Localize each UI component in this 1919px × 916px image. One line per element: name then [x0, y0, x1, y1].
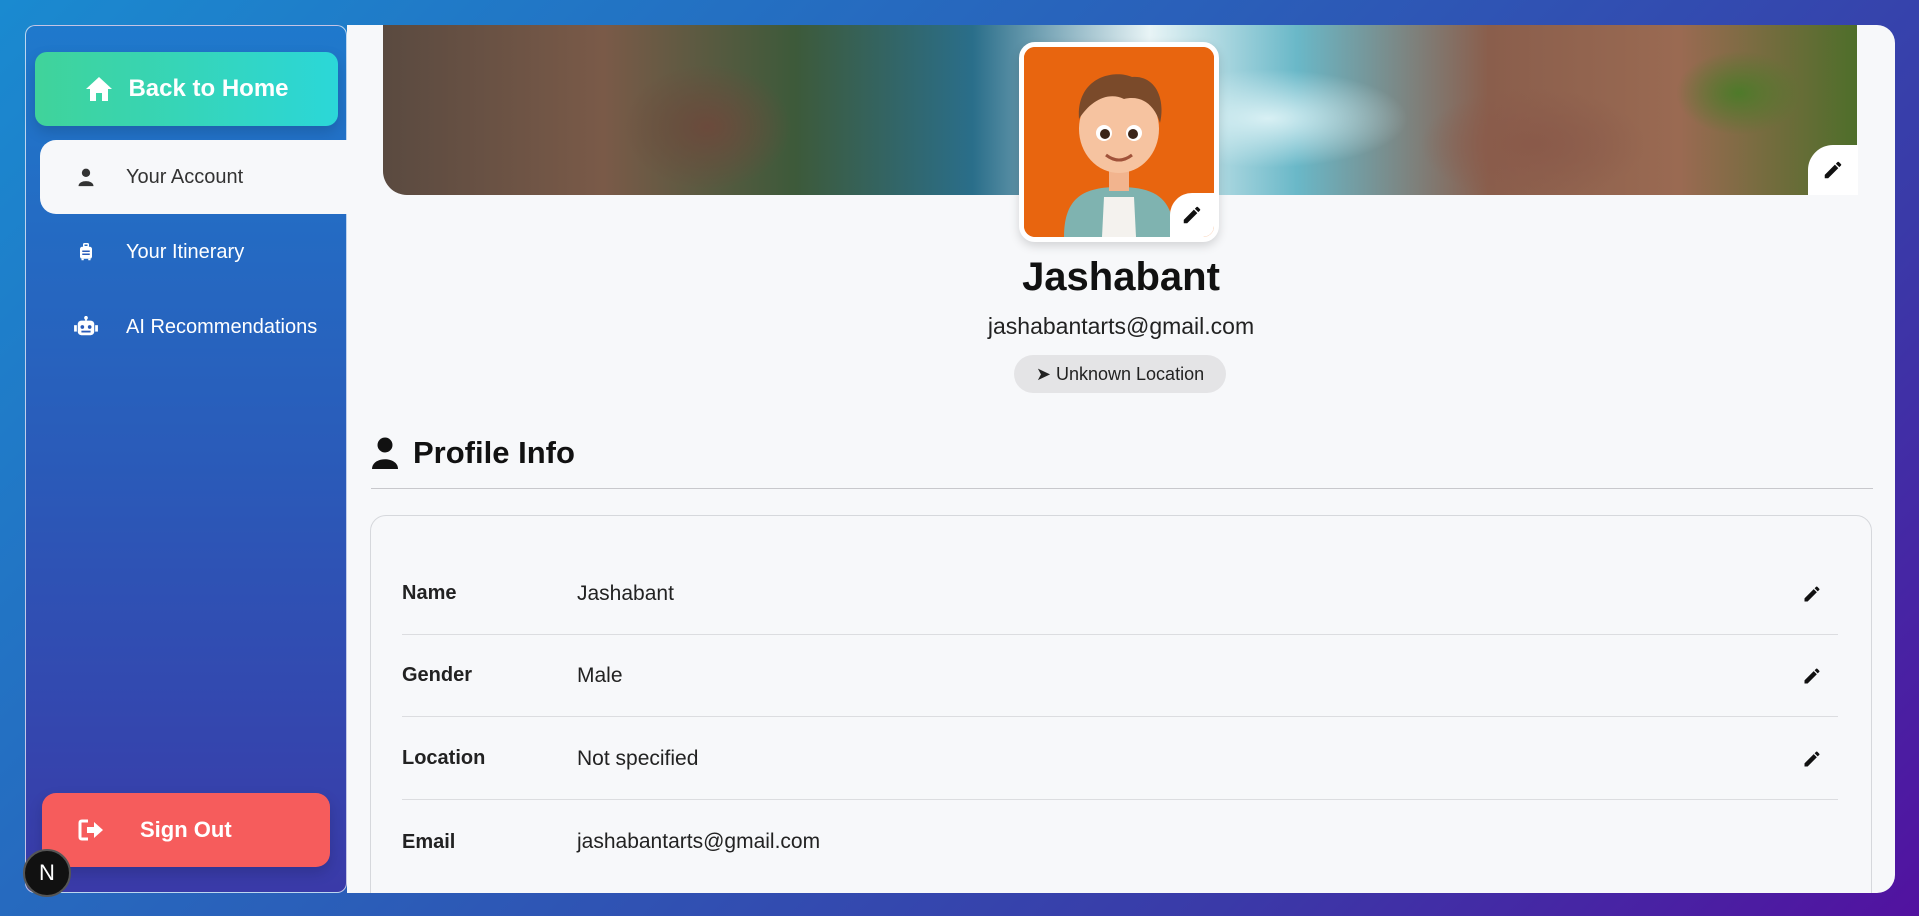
edit-location-button[interactable] — [1800, 747, 1824, 771]
sidebar-item-label: Your Itinerary — [126, 240, 245, 263]
sign-out-button[interactable]: Sign Out — [42, 793, 330, 867]
profile-info-card: Name Jashabant Gender Male Location Not … — [370, 515, 1872, 893]
row-label: Location — [402, 747, 486, 769]
pencil-icon — [1804, 667, 1820, 683]
profile-info-header: Profile Info — [371, 435, 575, 471]
back-to-home-button[interactable]: Back to Home — [35, 52, 338, 126]
sign-out-label: Sign Out — [140, 817, 232, 842]
row-label: Name — [402, 582, 457, 604]
profile-name: Jashabant — [1022, 255, 1220, 299]
robot-icon — [74, 315, 98, 339]
profile-row-name: Name Jashabant — [402, 553, 1838, 635]
n-badge-button[interactable]: N — [23, 849, 71, 897]
edit-gender-button[interactable] — [1800, 664, 1824, 688]
sidebar-item-label: Your Account — [126, 165, 244, 188]
avatar — [1019, 42, 1219, 242]
row-value: Not specified — [577, 746, 699, 770]
profile-row-email: Email jashabantarts@gmail.com — [402, 801, 1838, 883]
luggage-icon — [74, 240, 98, 264]
sidebar-item-ai-recommendations[interactable]: AI Recommendations — [40, 290, 362, 364]
main-panel: Jashabant jashabantarts@gmail.com ➤ Unkn… — [347, 25, 1895, 893]
back-to-home-label: Back to Home — [128, 75, 289, 102]
row-label: Email — [402, 830, 456, 853]
pencil-icon — [1824, 161, 1842, 179]
location-badge: ➤ Unknown Location — [1014, 355, 1226, 393]
sign-out-icon — [78, 819, 103, 841]
profile-row-location: Location Not specified — [402, 718, 1838, 800]
row-value: jashabantarts@gmail.com — [577, 830, 821, 853]
user-icon — [74, 165, 98, 189]
pencil-icon — [1804, 750, 1820, 766]
divider — [371, 488, 1873, 489]
edit-avatar-button[interactable] — [1170, 193, 1214, 237]
pencil-icon — [1804, 585, 1820, 601]
edit-name-button[interactable] — [1800, 582, 1824, 606]
row-label: Gender — [402, 664, 473, 686]
sidebar-item-your-itinerary[interactable]: Your Itinerary — [40, 215, 362, 289]
profile-row-gender: Gender Male — [402, 635, 1838, 717]
pencil-icon — [1183, 206, 1201, 224]
user-icon — [372, 437, 398, 469]
section-title: Profile Info — [413, 435, 575, 470]
sidebar-item-your-account[interactable]: Your Account — [40, 140, 362, 214]
row-value: Jashabant — [577, 581, 674, 605]
row-value: Male — [577, 663, 623, 687]
sidebar: Back to Home Your Account Your Itinerary… — [25, 25, 362, 893]
edit-cover-button[interactable] — [1808, 145, 1858, 195]
profile-email: jashabantarts@gmail.com — [987, 313, 1255, 339]
home-icon — [86, 77, 113, 101]
sidebar-item-label: AI Recommendations — [126, 315, 318, 338]
